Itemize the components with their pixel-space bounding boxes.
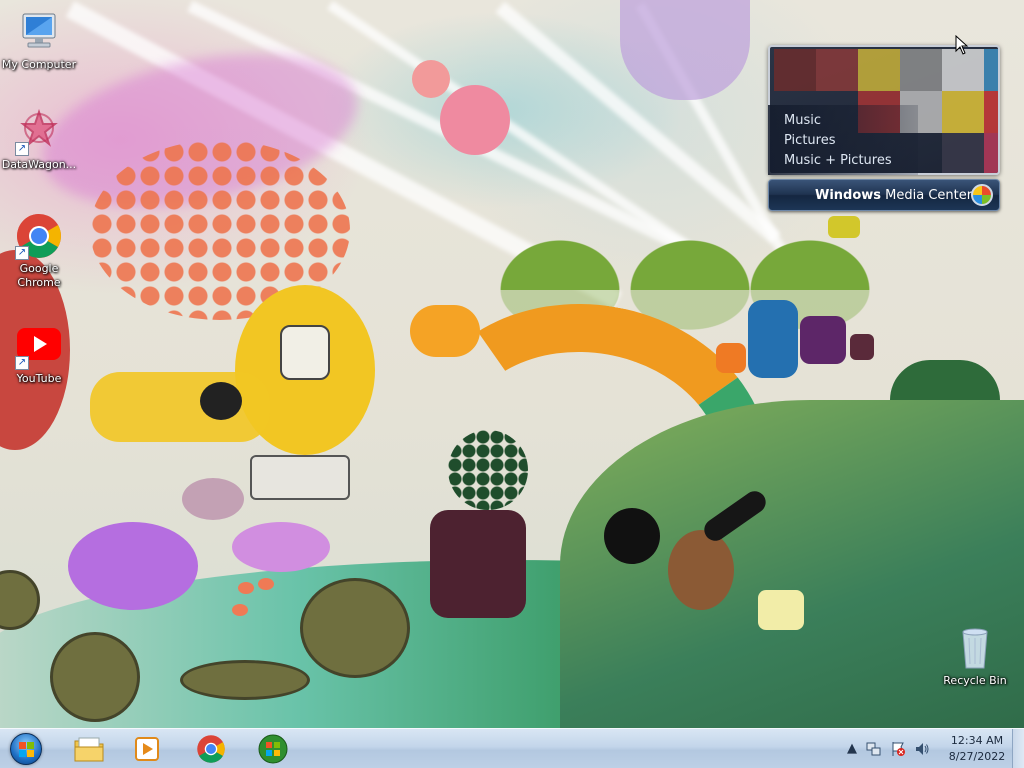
wallpaper-bubble bbox=[50, 632, 140, 722]
media-player-icon bbox=[135, 737, 159, 761]
wallpaper-plant bbox=[448, 430, 528, 510]
taskbar: ▲ 12:34 AM 8/27/2022 bbox=[0, 728, 1024, 768]
clock-time: 12:34 AM bbox=[950, 734, 1004, 747]
desktop-icon-datawagon[interactable]: ↗ DataWagon... bbox=[1, 108, 77, 172]
recycle-bin-icon bbox=[951, 624, 999, 672]
desktop-icon-my-computer[interactable]: My Computer bbox=[1, 8, 77, 72]
wallpaper-rice-cooker bbox=[280, 325, 330, 380]
wallpaper-bubble bbox=[300, 578, 410, 678]
datawagon-icon: ↗ bbox=[15, 108, 63, 156]
wallpaper-mushroom bbox=[182, 478, 244, 520]
wallpaper-mushroom bbox=[232, 522, 330, 572]
wallpaper-small-creature bbox=[758, 590, 804, 630]
desktop-icon-google-chrome[interactable]: ↗ Google Chrome bbox=[1, 212, 77, 290]
media-center-brand-bold: Windows bbox=[815, 187, 882, 203]
show-desktop-button[interactable] bbox=[1012, 729, 1024, 768]
wallpaper-fish bbox=[232, 604, 248, 616]
windows-start-orb-icon bbox=[10, 733, 42, 765]
media-center-brand: Windows Media Center bbox=[815, 188, 972, 203]
windows-media-center-icon bbox=[258, 734, 288, 764]
wallpaper-purple-shape bbox=[620, 0, 750, 100]
volume-icon[interactable] bbox=[914, 741, 930, 757]
media-tile bbox=[984, 49, 998, 91]
wallpaper-block bbox=[800, 316, 846, 364]
youtube-icon: ↗ bbox=[15, 322, 63, 370]
show-hidden-icons-icon[interactable]: ▲ bbox=[844, 741, 860, 757]
taskbar-clock[interactable]: 12:34 AM 8/27/2022 bbox=[938, 733, 1016, 765]
desktop-icon-label: My Computer bbox=[1, 58, 77, 71]
chrome-icon: ↗ bbox=[15, 212, 63, 260]
flag-quadrant bbox=[19, 742, 26, 749]
wallpaper-worm-head bbox=[410, 305, 480, 357]
taskbar-media-player-button[interactable] bbox=[120, 731, 174, 767]
desktop-icon-label: DataWagon... bbox=[1, 158, 77, 171]
media-tile bbox=[858, 49, 900, 91]
media-tile bbox=[816, 49, 858, 91]
wallpaper-mushroom bbox=[68, 522, 198, 610]
wallpaper-balloon bbox=[440, 85, 510, 155]
wallpaper-hills bbox=[490, 235, 920, 290]
wallpaper-balloon bbox=[412, 60, 450, 98]
media-center-launch-bar[interactable]: Windows Media Center bbox=[768, 179, 1000, 211]
desktop-icon-youtube[interactable]: ↗ YouTube bbox=[1, 322, 77, 386]
wallpaper-bunny bbox=[668, 530, 734, 610]
wallpaper-block bbox=[716, 343, 746, 373]
computer-icon bbox=[15, 8, 63, 56]
wallpaper-turntable bbox=[250, 455, 350, 500]
taskbar-chrome-button[interactable] bbox=[184, 731, 238, 767]
wallpaper-block bbox=[850, 334, 874, 360]
taskbar-explorer-button[interactable] bbox=[62, 731, 116, 767]
desktop-icon-label: Google Chrome bbox=[17, 262, 61, 289]
action-center-icon[interactable] bbox=[890, 741, 906, 757]
media-center-menu-music[interactable]: Music bbox=[784, 111, 918, 131]
wallpaper-pot-creature bbox=[430, 510, 526, 618]
desktop-icon-label: Recycle Bin bbox=[943, 674, 1007, 687]
system-tray: ▲ 12:34 AM 8/27/2022 bbox=[840, 729, 1024, 768]
wallpaper-bubble bbox=[180, 660, 310, 700]
desktop-icon-label: YouTube bbox=[16, 372, 62, 385]
taskbar-media-center-button[interactable] bbox=[246, 731, 300, 767]
media-center-gadget[interactable]: Music Pictures Music + Pictures Windows … bbox=[768, 45, 1000, 211]
shortcut-arrow-icon: ↗ bbox=[15, 142, 29, 156]
wallpaper-block bbox=[748, 300, 798, 378]
media-center-menu-pictures[interactable]: Pictures bbox=[784, 131, 918, 151]
mouse-cursor-icon bbox=[955, 35, 969, 55]
media-center-menu-music-pictures[interactable]: Music + Pictures bbox=[784, 151, 918, 171]
media-center-brand-rest: Media Center bbox=[881, 187, 973, 203]
media-tile bbox=[984, 133, 998, 173]
start-button[interactable] bbox=[4, 730, 48, 768]
media-tile bbox=[900, 49, 942, 91]
shortcut-arrow-icon: ↗ bbox=[15, 246, 29, 260]
clock-date: 8/27/2022 bbox=[948, 750, 1006, 763]
wallpaper-yellow-wave bbox=[90, 372, 270, 442]
wallpaper-fish bbox=[258, 578, 274, 590]
media-tile bbox=[942, 133, 984, 173]
flag-quadrant bbox=[27, 742, 34, 749]
chrome-icon bbox=[197, 735, 225, 763]
network-icon[interactable] bbox=[866, 741, 882, 757]
wallpaper-fish bbox=[238, 582, 254, 594]
desktop-icon-recycle-bin[interactable]: Recycle Bin bbox=[937, 624, 1013, 688]
flag-quadrant bbox=[19, 750, 26, 757]
wallpaper-speech-bubble bbox=[604, 508, 660, 564]
file-explorer-icon bbox=[74, 737, 104, 762]
flag-quadrant bbox=[27, 750, 34, 757]
shortcut-arrow-icon: ↗ bbox=[15, 356, 29, 370]
windows-logo-icon bbox=[971, 184, 993, 206]
wallpaper-little-car bbox=[828, 216, 860, 238]
media-tile bbox=[984, 91, 998, 133]
media-tile bbox=[942, 49, 984, 91]
wallpaper-record bbox=[200, 382, 242, 420]
media-tile bbox=[774, 49, 816, 91]
media-tile bbox=[942, 91, 984, 133]
media-center-menu: Music Pictures Music + Pictures bbox=[768, 105, 918, 175]
